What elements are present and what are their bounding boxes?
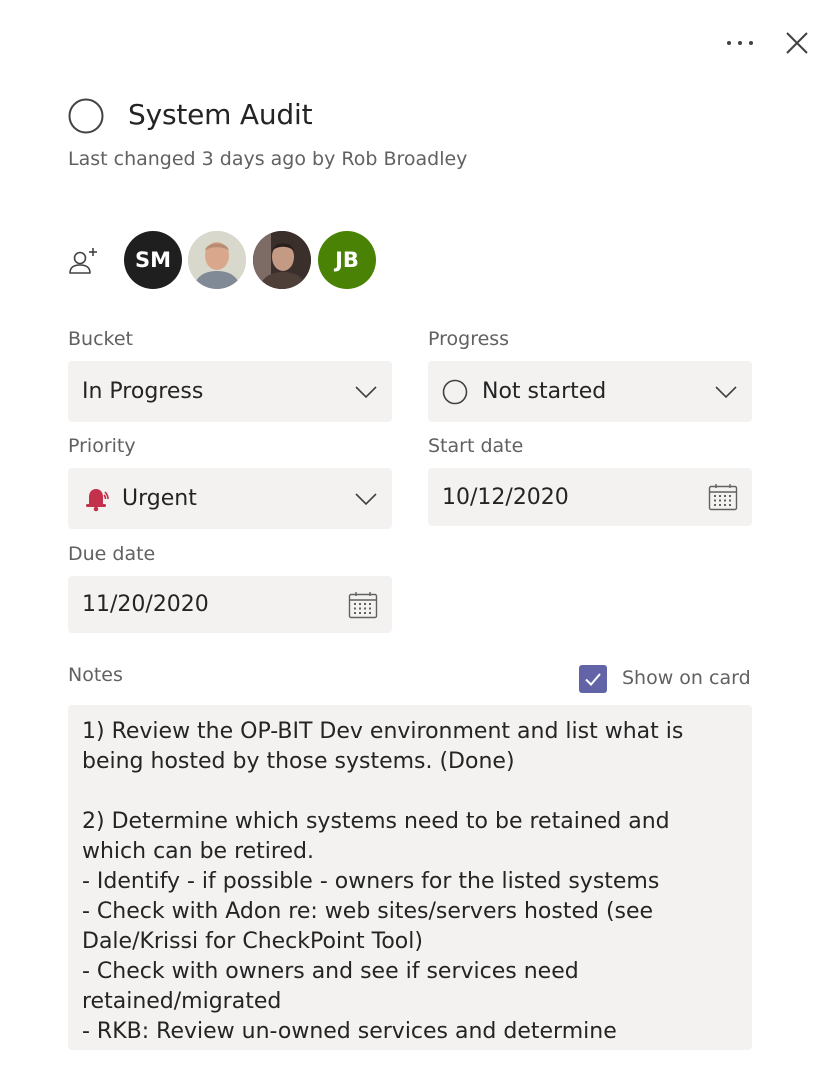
avatar-photo[interactable] [188,231,246,289]
avatar-initials: JB [335,248,359,272]
avatar-initials: SM [134,248,172,272]
more-options-button[interactable] [722,26,758,60]
avatar-jb[interactable]: JB [318,231,376,289]
person-photo-icon [188,231,246,289]
checkmark-icon [585,673,601,686]
priority-dropdown[interactable]: Urgent [68,468,392,529]
bucket-dropdown[interactable]: In Progress [68,361,392,422]
close-icon [786,32,808,54]
person-add-icon [69,248,97,274]
more-horizontal-icon [727,41,753,45]
avatar-sm[interactable]: SM [124,231,182,289]
calendar-icon [348,591,378,618]
task-title[interactable]: System Audit [128,98,313,131]
due-date-picker[interactable]: 11/20/2020 [68,576,392,633]
chevron-down-icon [355,385,377,398]
notes-label: Notes [68,664,123,686]
assign-button[interactable] [66,242,104,280]
notes-textarea[interactable]: 1) Review the OP-BIT Dev environment and… [68,705,752,1050]
priority-label: Priority [68,435,136,457]
due-date-value: 11/20/2020 [82,592,209,617]
progress-value: Not started [482,379,607,404]
last-changed-text: Last changed 3 days ago by Rob Broadley [68,148,468,170]
chevron-down-icon [355,492,377,505]
avatar-photo[interactable] [253,231,311,289]
mark-complete-button[interactable] [68,98,104,134]
calendar-icon [708,484,738,511]
chevron-down-icon [715,385,737,398]
progress-dropdown[interactable]: Not started [428,361,752,422]
close-button[interactable] [780,26,814,60]
start-date-picker[interactable]: 10/12/2020 [428,468,752,526]
bucket-label: Bucket [68,328,133,350]
bucket-value: In Progress [82,379,204,404]
person-photo-icon [253,231,311,289]
show-on-card-checkbox[interactable] [579,665,607,693]
circle-icon [442,379,468,404]
urgent-bell-icon [86,488,109,511]
priority-value: Urgent [122,486,197,511]
due-date-label: Due date [68,543,156,565]
progress-label: Progress [428,328,510,350]
start-date-value: 10/12/2020 [442,484,569,510]
start-date-label: Start date [428,435,524,457]
circle-icon [68,98,104,134]
show-on-card-label[interactable]: Show on card [622,667,751,689]
